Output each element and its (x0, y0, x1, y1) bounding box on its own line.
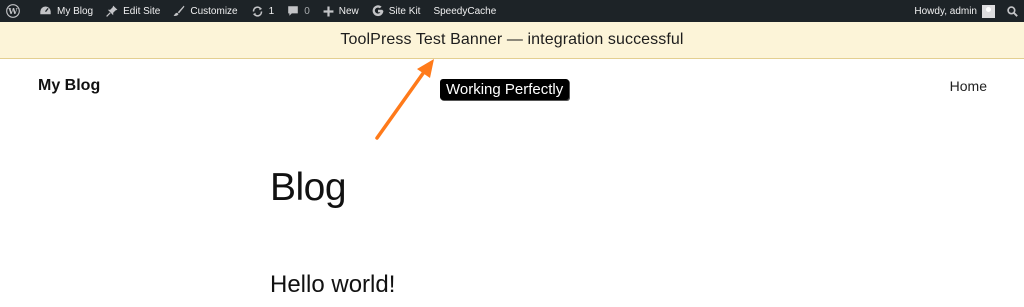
speedycache-label: SpeedyCache (433, 5, 497, 17)
howdy-label: Howdy, admin (914, 5, 977, 17)
comments-count: 0 (304, 5, 310, 17)
wordpress-icon: W (6, 4, 20, 18)
site-title[interactable]: My Blog (38, 77, 100, 95)
admin-search[interactable] (1003, 5, 1024, 17)
customize-menu[interactable]: Customize (167, 0, 244, 22)
annotation-arrow (375, 59, 434, 140)
site-kit-label: Site Kit (388, 5, 421, 17)
avatar (982, 4, 995, 18)
new-content-menu[interactable]: New (317, 0, 366, 22)
nav-item-home[interactable]: Home (950, 78, 987, 94)
test-banner-text: ToolPress Test Banner — integration succ… (340, 31, 684, 48)
working-perfectly-badge: Working Perfectly (440, 79, 570, 100)
updates-menu[interactable]: 1 (245, 0, 282, 22)
pushpin-icon (106, 5, 118, 17)
test-banner: ToolPress Test Banner — integration succ… (0, 22, 1024, 59)
site-name-label: My Blog (57, 5, 94, 17)
wordpress-logo-menu[interactable]: W (0, 0, 33, 22)
updates-count: 1 (268, 5, 275, 17)
google-g-icon (372, 5, 384, 17)
speedycache-menu[interactable]: SpeedyCache (427, 0, 503, 22)
site-name-menu[interactable]: My Blog (33, 0, 100, 22)
search-icon (1007, 5, 1018, 17)
my-account-menu[interactable]: Howdy, admin (914, 0, 1003, 22)
paintbrush-icon (173, 5, 185, 16)
edit-site-menu[interactable]: Edit Site (100, 0, 167, 22)
page-title: Blog (270, 166, 347, 209)
admin-bar: W My Blog Edit Site Customize 1 0 New Si… (0, 0, 1024, 22)
post-title[interactable]: Hello world! (270, 271, 395, 299)
comments-menu[interactable]: 0 (281, 0, 317, 22)
badge-text: Working Perfectly (446, 81, 564, 98)
dashboard-icon (40, 6, 51, 15)
customize-label: Customize (190, 5, 238, 17)
site-kit-menu[interactable]: Site Kit (366, 0, 428, 22)
updates-icon (252, 5, 262, 17)
plus-icon (323, 6, 334, 16)
svg-text:W: W (7, 6, 18, 16)
edit-site-label: Edit Site (123, 5, 161, 17)
new-label: New (338, 5, 359, 17)
comment-icon (288, 6, 298, 16)
